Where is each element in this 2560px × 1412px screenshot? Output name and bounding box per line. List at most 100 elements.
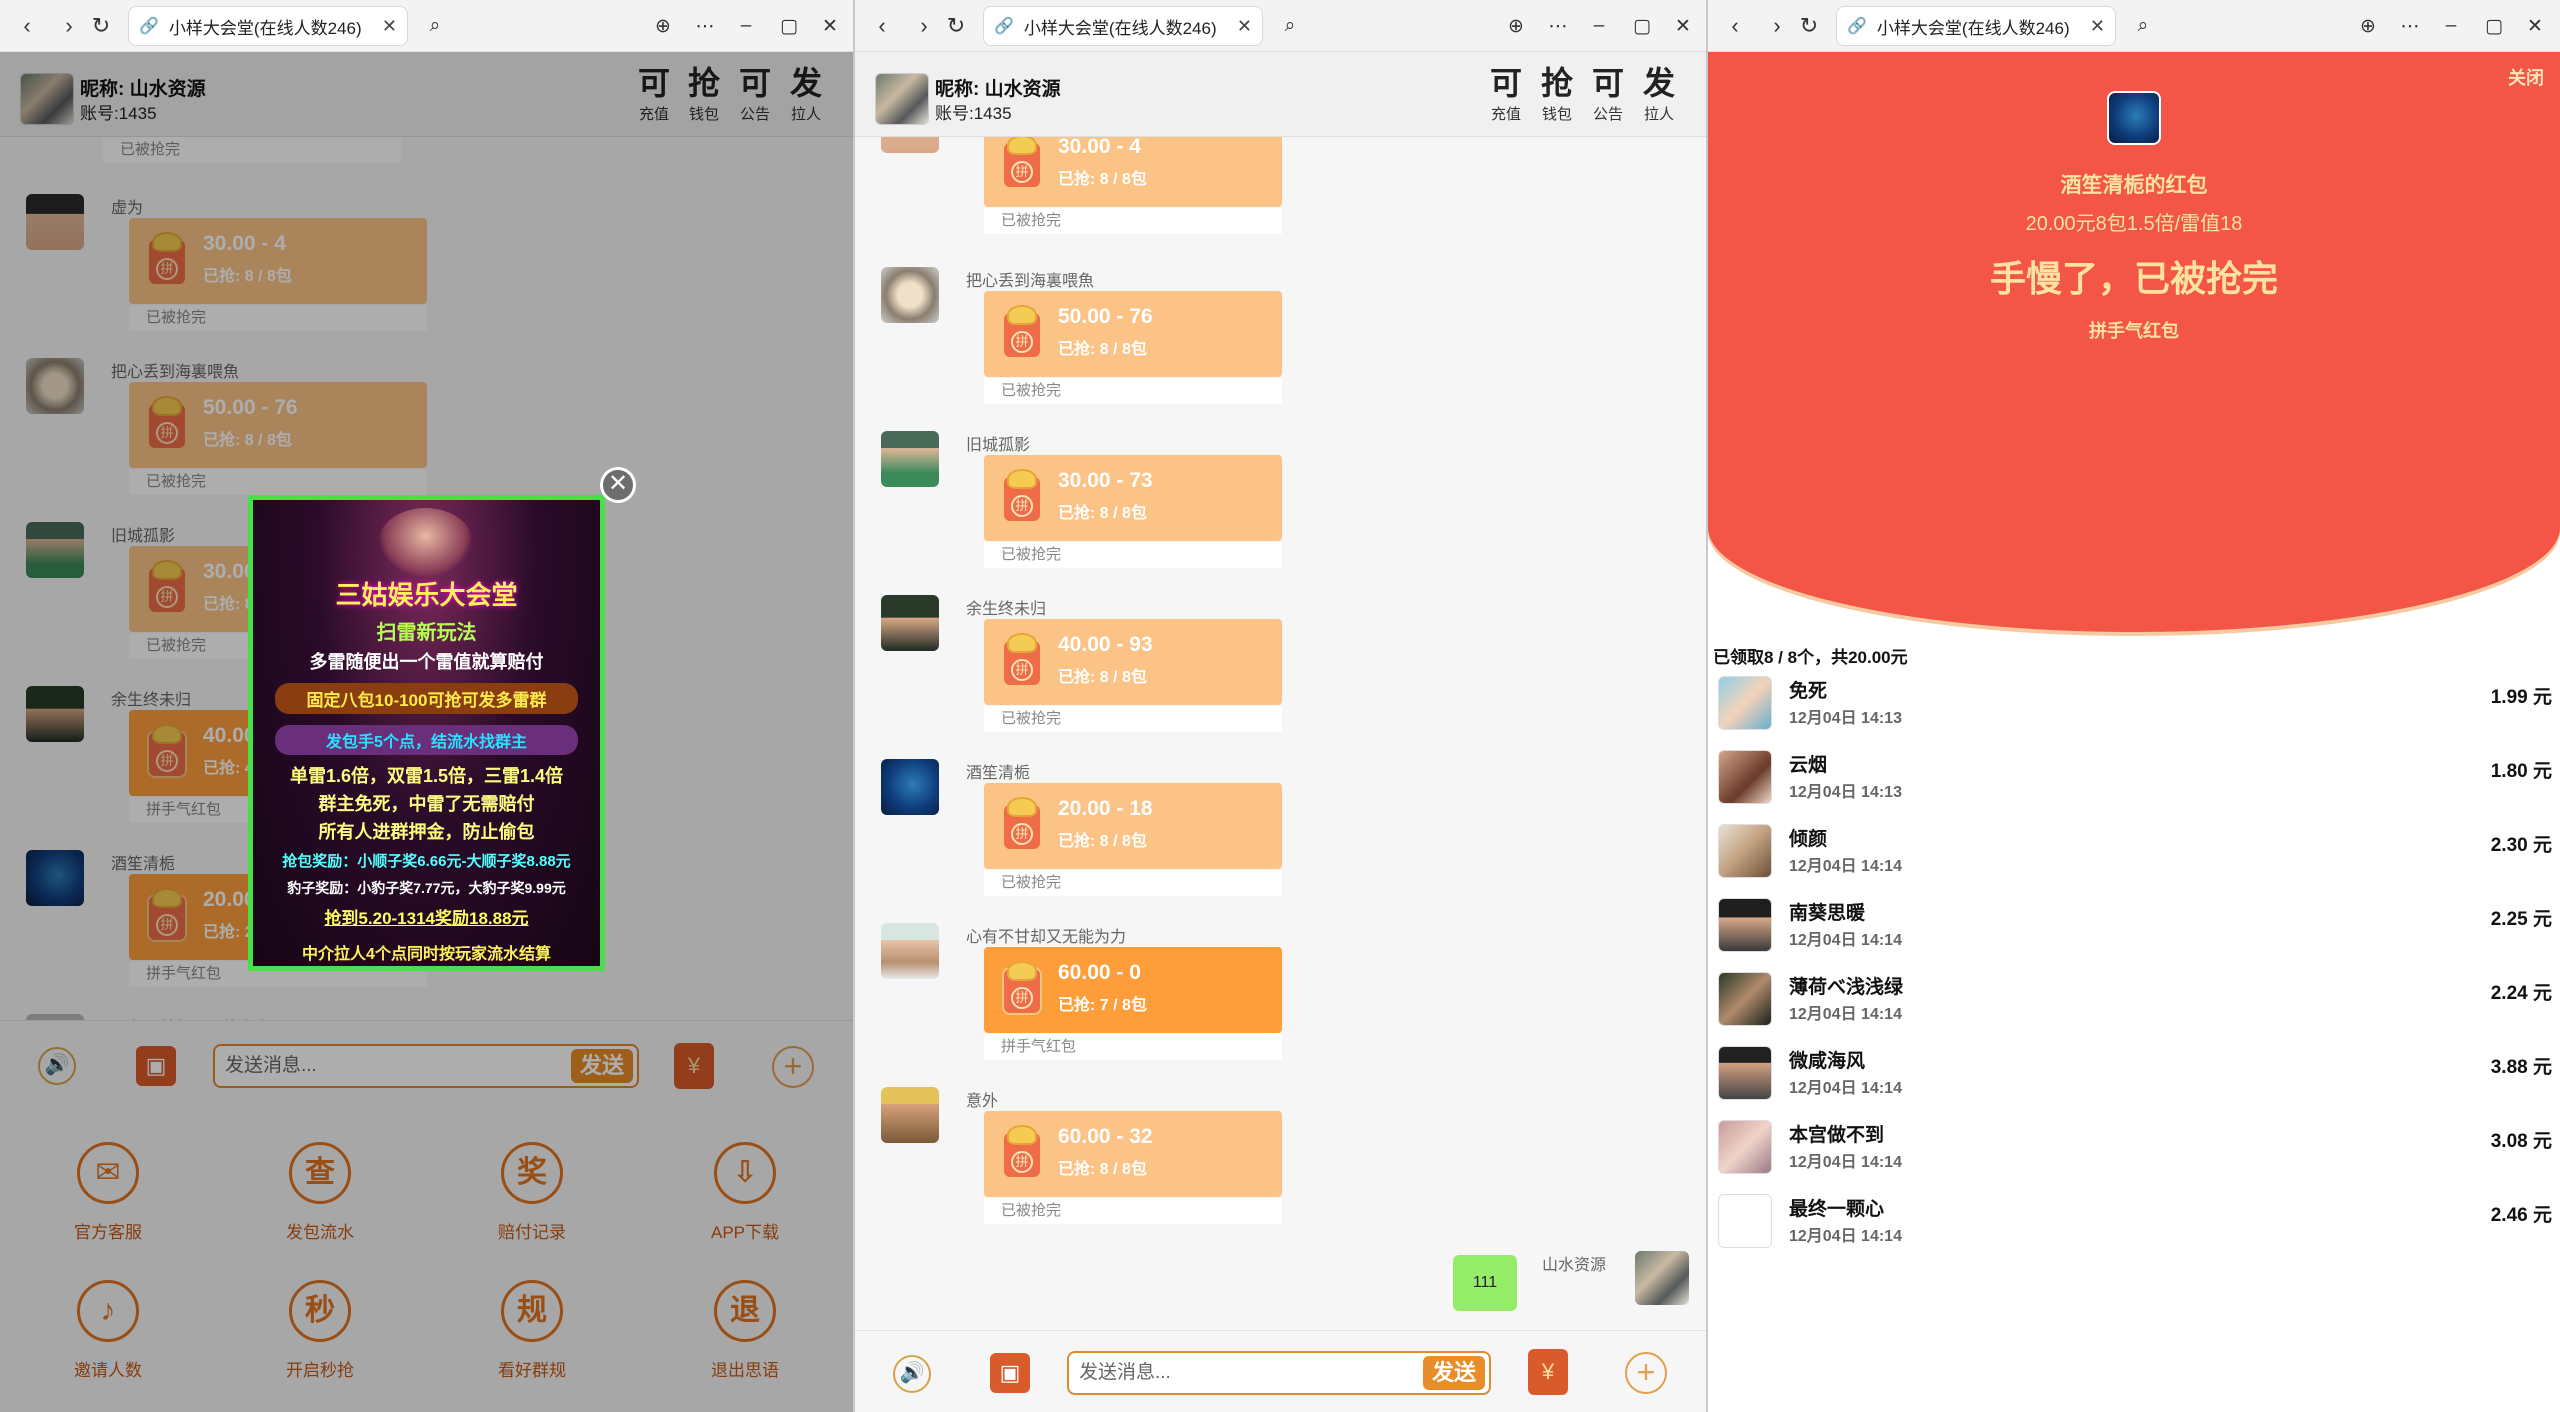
browser-tab[interactable]: 🔗 小样大会堂(在线人数246) ✕ <box>1836 6 2116 46</box>
table-row: 薄荷べ浅浅绿 12月04日 14:14 2.24 元 <box>1708 968 2560 1042</box>
search-icon[interactable]: ⌕ <box>2128 11 2158 41</box>
back-icon[interactable]: ‹ <box>1720 11 1750 41</box>
packet-amount: 60.00 - 0 <box>1058 961 1141 984</box>
packet-grabbed: 已抢: 8 / 8包 <box>1058 1161 1147 1178</box>
red-packet[interactable]: 拼 30.00 - 73 已抢: 8 / 8包 <box>984 455 1282 541</box>
header-button-glyph: 抢 <box>1540 65 1573 101</box>
more-icon[interactable]: ⋯ <box>2395 11 2425 41</box>
receive-list: 免死 12月04日 14:13 1.99 元 云烟 12月04日 14:13 1.80 … <box>1708 672 2560 1272</box>
avatar[interactable] <box>881 1087 939 1143</box>
my-message: 山水资源 111 <box>855 1251 1706 1321</box>
browser-tab[interactable]: 🔗 小样大会堂(在线人数246) ✕ <box>128 6 408 46</box>
link-icon: 🔗 <box>1847 18 1867 35</box>
red-packet[interactable]: 拼 30.00 - 4 已抢: 8 / 8包 <box>984 137 1282 207</box>
sender-name: 山水资源 <box>1542 1257 1607 1274</box>
browser-chrome: ‹ › ↻ 🔗 小样大会堂(在线人数246) ✕ ⌕ ⊕ ⋯ – ▢ ✕ <box>0 0 853 52</box>
header-button-label: 充值 <box>1490 106 1521 123</box>
link-icon: 🔗 <box>139 18 159 35</box>
window-left: ‹ › ↻ 🔗 小样大会堂(在线人数246) ✕ ⌕ ⊕ ⋯ – ▢ ✕ 昵称:… <box>0 0 855 1412</box>
ad-line: 发包手5个点，结流水找群主 <box>275 725 578 755</box>
window-close-icon[interactable]: ✕ <box>2520 11 2550 41</box>
avatar[interactable] <box>881 267 939 323</box>
receive-amount: 2.25 元 <box>2490 909 2552 930</box>
header-button-glyph: 可 <box>1489 65 1522 101</box>
packet-title: 酒笙清栀的红包 <box>2060 174 2208 197</box>
window-right: ‹ › ↻ 🔗 小样大会堂(在线人数246) ✕ ⌕ ⊕ ⋯ – ▢ ✕ 关闭 … <box>1708 0 2560 1412</box>
avatar <box>1718 972 1772 1026</box>
plus-icon[interactable]: + <box>1625 1352 1667 1394</box>
red-packet[interactable]: 拼 40.00 - 93 已抢: 8 / 8包 <box>984 619 1282 705</box>
globe-icon[interactable]: ⊕ <box>2353 11 2383 41</box>
tab-title: 小样大会堂(在线人数246) <box>1023 18 1217 38</box>
minimize-icon[interactable]: – <box>1584 11 1614 41</box>
forward-icon[interactable]: › <box>1762 11 1792 41</box>
message-bubble[interactable]: 111 <box>1453 1255 1517 1311</box>
maximize-icon[interactable]: ▢ <box>1627 11 1657 41</box>
ad-line: 单雷1.6倍，双雷1.5倍，三雷1.4倍 <box>289 766 564 786</box>
maximize-icon[interactable]: ▢ <box>2479 11 2509 41</box>
ad-close-button[interactable]: ✕ <box>600 467 636 503</box>
status-text: 已被抢完 <box>984 706 1282 732</box>
avatar[interactable] <box>881 759 939 815</box>
forward-icon[interactable]: › <box>54 11 84 41</box>
receive-amount: 3.08 元 <box>2490 1131 2552 1152</box>
avatar[interactable] <box>875 73 929 125</box>
avatar[interactable] <box>1635 1251 1689 1305</box>
more-icon[interactable]: ⋯ <box>1543 11 1573 41</box>
table-row: 南葵思暖 12月04日 14:14 2.25 元 <box>1708 894 2560 968</box>
avatar[interactable] <box>881 431 939 487</box>
window-close-icon[interactable]: ✕ <box>1668 11 1698 41</box>
send-button[interactable]: 发送 <box>1423 1356 1485 1390</box>
avatar[interactable] <box>881 137 939 153</box>
reload-icon[interactable]: ↻ <box>1794 11 1824 41</box>
globe-icon[interactable]: ⊕ <box>1501 11 1531 41</box>
voice-icon[interactable]: 🔊 <box>893 1355 931 1393</box>
red-packet-icon: 拼 <box>1002 137 1042 189</box>
ad-line: 抢包奖励：小顺子奖6.66元-大顺子奖8.88元 <box>282 853 571 870</box>
header-button-invite[interactable]: 发拉人 <box>1635 64 1683 124</box>
close-icon[interactable]: ✕ <box>1237 16 1252 37</box>
header-button-wallet[interactable]: 抢钱包 <box>1533 64 1581 124</box>
browser-tab[interactable]: 🔗 小样大会堂(在线人数246) ✕ <box>983 6 1263 46</box>
image-icon[interactable]: ▣ <box>990 1353 1030 1393</box>
window-close-icon[interactable]: ✕ <box>815 11 845 41</box>
back-icon[interactable]: ‹ <box>12 11 42 41</box>
ad-line: 固定八包10-100可抢可发多雷群 <box>275 683 578 714</box>
red-packet[interactable]: 拼 60.00 - 32 已抢: 8 / 8包 <box>984 1111 1282 1197</box>
header-button-notice[interactable]: 可公告 <box>1584 64 1632 124</box>
ad-popup[interactable]: 三姑娱乐大会堂 扫雷新玩法 多雷随便出一个雷值就算赔付 固定八包10-100可抢… <box>248 495 605 971</box>
back-icon[interactable]: ‹ <box>867 11 897 41</box>
receive-time: 12月04日 14:13 <box>1789 710 1902 727</box>
close-icon[interactable]: ✕ <box>2090 16 2105 37</box>
red-packet-icon: 拼 <box>1002 1125 1042 1179</box>
receiver-name: 云烟 <box>1789 755 1828 776</box>
avatar[interactable] <box>881 923 939 979</box>
red-packet-button[interactable]: ¥ <box>1528 1349 1568 1395</box>
close-button[interactable]: 关闭 <box>2508 64 2544 90</box>
packet-grabbed: 已抢: 8 / 8包 <box>1058 505 1147 522</box>
reload-icon[interactable]: ↻ <box>941 11 971 41</box>
close-icon[interactable]: ✕ <box>382 16 397 37</box>
forward-icon[interactable]: › <box>909 11 939 41</box>
minimize-icon[interactable]: – <box>731 11 761 41</box>
minimize-icon[interactable]: – <box>2436 11 2466 41</box>
tab-title: 小样大会堂(在线人数246) <box>1876 18 2070 38</box>
status-text: 已被抢完 <box>984 378 1282 404</box>
avatar[interactable] <box>881 595 939 651</box>
receive-time: 12月04日 14:14 <box>1789 858 1902 875</box>
more-icon[interactable]: ⋯ <box>690 11 720 41</box>
search-icon[interactable]: ⌕ <box>420 11 450 41</box>
reload-icon[interactable]: ↻ <box>86 11 116 41</box>
packet-amount: 60.00 - 32 <box>1058 1125 1153 1148</box>
maximize-icon[interactable]: ▢ <box>774 11 804 41</box>
red-packet[interactable]: 拼 50.00 - 76 已抢: 8 / 8包 <box>984 291 1282 377</box>
globe-icon[interactable]: ⊕ <box>648 11 678 41</box>
header-button-glyph: 发 <box>1642 65 1675 101</box>
search-icon[interactable]: ⌕ <box>1275 11 1305 41</box>
red-packet[interactable]: 拼 60.00 - 0 已抢: 7 / 8包 <box>984 947 1282 1033</box>
red-packet[interactable]: 拼 20.00 - 18 已抢: 8 / 8包 <box>984 783 1282 869</box>
red-packet-icon: 拼 <box>1002 305 1042 359</box>
message-input[interactable]: 发送消息... 发送 <box>1067 1351 1491 1395</box>
packet-amount: 30.00 - 73 <box>1058 469 1153 492</box>
header-button-recharge[interactable]: 可充值 <box>1482 64 1530 124</box>
